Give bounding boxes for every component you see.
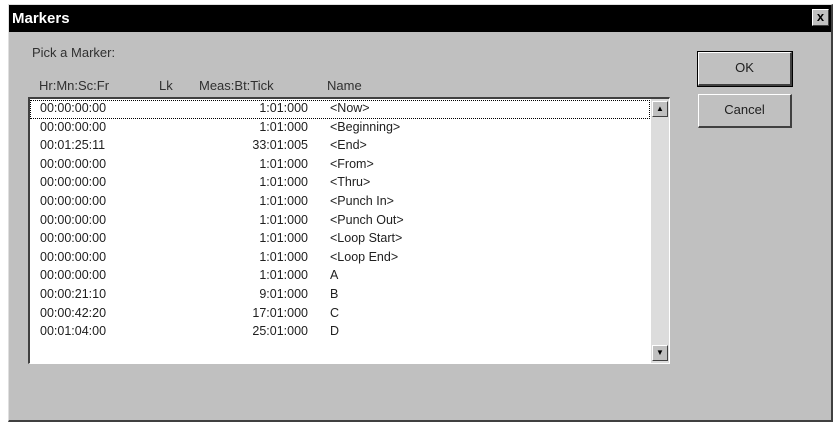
marker-name: <End> xyxy=(330,138,367,153)
marker-meas: 9:01:000 xyxy=(259,286,308,301)
table-row[interactable]: 00:00:00:00 1:01:000 <Punch In> xyxy=(30,193,650,212)
scroll-down-icon: ▼ xyxy=(656,348,664,357)
marker-meas: 1:01:000 xyxy=(259,193,308,208)
table-row[interactable]: 00:00:00:00 1:01:000 <Loop End> xyxy=(30,249,650,268)
marker-meas: 17:01:000 xyxy=(252,305,308,320)
cancel-button[interactable]: Cancel xyxy=(698,94,792,128)
column-header-name: Name xyxy=(327,78,362,93)
marker-meas: 1:01:000 xyxy=(259,268,308,283)
marker-name: <Now> xyxy=(330,101,370,115)
marker-meas: 1:01:000 xyxy=(259,249,308,264)
marker-name: <Punch In> xyxy=(330,193,394,208)
close-icon: x xyxy=(816,9,825,24)
table-row[interactable]: 00:01:04:00 25:01:000 D xyxy=(30,323,650,342)
marker-name: <From> xyxy=(330,156,374,171)
marker-name: <Beginning> xyxy=(330,119,401,134)
marker-name: A xyxy=(330,268,339,283)
marker-name: <Loop Start> xyxy=(330,231,403,246)
column-header-meas: Meas:Bt:Tick xyxy=(199,78,274,93)
marker-time: 00:00:42:20 xyxy=(40,305,107,320)
marker-name: <Loop End> xyxy=(330,249,399,264)
scroll-up-icon: ▲ xyxy=(656,104,664,113)
marker-meas: 25:01:000 xyxy=(252,324,308,339)
marker-time: 00:00:00:00 xyxy=(40,101,107,115)
marker-time: 00:01:25:11 xyxy=(40,138,106,153)
table-row[interactable]: 00:00:00:00 1:01:000 <Now> xyxy=(30,100,650,119)
table-row[interactable]: 00:00:21:10 9:01:000 B xyxy=(30,286,650,305)
marker-time: 00:01:04:00 xyxy=(40,324,107,339)
window-title: Markers xyxy=(12,10,70,27)
close-button[interactable]: x xyxy=(812,9,829,26)
vertical-scrollbar[interactable]: ▲ ▼ xyxy=(651,99,669,363)
table-row[interactable]: 00:00:00:00 1:01:000 <Punch Out> xyxy=(30,212,650,231)
marker-name: B xyxy=(330,286,339,301)
marker-time: 00:00:00:00 xyxy=(40,175,107,190)
marker-list[interactable]: 00:00:00:00 1:01:000 <Now> 00:00:00:00 1:01:… xyxy=(28,97,670,364)
marker-name: <Punch Out> xyxy=(330,212,404,227)
marker-rows: 00:00:00:00 1:01:000 <Now> 00:00:00:00 1:01:… xyxy=(30,100,650,342)
marker-time: 00:00:21:10 xyxy=(40,286,107,301)
marker-meas: 33:01:005 xyxy=(252,138,308,153)
pick-marker-label: Pick a Marker: xyxy=(32,45,116,60)
table-row[interactable]: 00:00:42:20 17:01:000 C xyxy=(30,305,650,324)
marker-time: 00:00:00:00 xyxy=(40,193,107,208)
ok-button[interactable]: OK xyxy=(697,51,793,87)
marker-time: 00:00:00:00 xyxy=(40,231,107,246)
column-header-lock: Lk xyxy=(159,78,173,93)
marker-time: 00:00:00:00 xyxy=(40,156,107,171)
marker-meas: 1:01:000 xyxy=(259,101,308,115)
marker-meas: 1:01:000 xyxy=(259,231,308,246)
marker-time: 00:00:00:00 xyxy=(40,268,107,283)
table-row[interactable]: 00:00:00:00 1:01:000 A xyxy=(30,267,650,286)
marker-meas: 1:01:000 xyxy=(259,212,308,227)
table-row[interactable]: 00:00:00:00 1:01:000 <Thru> xyxy=(30,174,650,193)
marker-name: D xyxy=(330,324,340,339)
marker-meas: 1:01:000 xyxy=(259,119,308,134)
scroll-down-button[interactable]: ▼ xyxy=(652,345,668,361)
title-bar[interactable]: Markers x xyxy=(9,5,831,32)
column-header-time: Hr:Mn:Sc:Fr xyxy=(39,78,110,93)
table-row[interactable]: 00:00:00:00 1:01:000 <Loop Start> xyxy=(30,230,650,249)
scroll-up-button[interactable]: ▲ xyxy=(652,101,668,117)
marker-meas: 1:01:000 xyxy=(259,156,308,171)
table-row[interactable]: 00:00:00:00 1:01:000 <From> xyxy=(30,156,650,175)
marker-time: 00:00:00:00 xyxy=(40,212,107,227)
table-row[interactable]: 00:01:25:11 33:01:005 <End> xyxy=(30,137,650,156)
table-row[interactable]: 00:00:00:00 1:01:000 <Beginning> xyxy=(30,119,650,138)
marker-time: 00:00:00:00 xyxy=(40,119,107,134)
markers-dialog: Markers x Pick a Marker: Hr:Mn:Sc:Fr Lk … xyxy=(8,4,833,422)
marker-name: C xyxy=(330,305,340,320)
marker-meas: 1:01:000 xyxy=(259,175,308,190)
marker-time: 00:00:00:00 xyxy=(40,249,107,264)
marker-name: <Thru> xyxy=(330,175,371,190)
